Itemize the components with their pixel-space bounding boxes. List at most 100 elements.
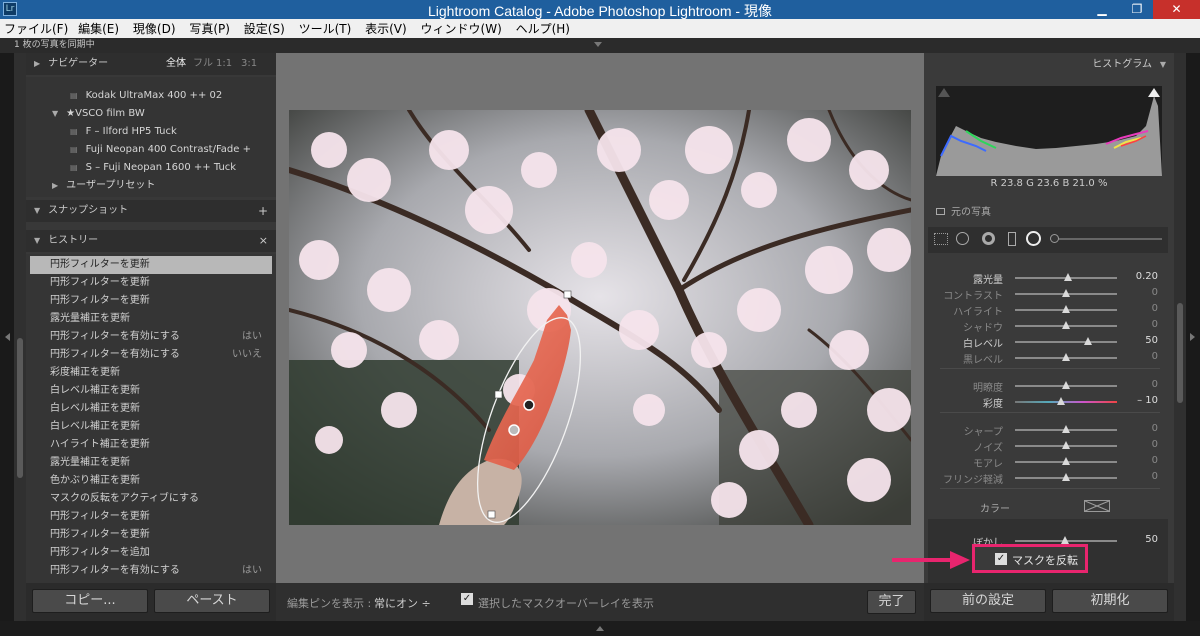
slider-knob[interactable] [1062,321,1070,329]
slider-knob[interactable] [1062,305,1070,313]
red-eye-icon[interactable] [982,232,995,245]
pins-mode-select[interactable]: 常にオン ÷ [374,595,431,611]
slider-clarity[interactable]: 明瞭度 0 [928,377,1168,394]
slider-knob[interactable] [1062,441,1070,449]
preset-item[interactable]: ▤ F – Ilford HP5 Tuck [26,123,276,141]
slider-value[interactable]: 50 [1145,534,1158,545]
menu-develop[interactable]: 現像(D) [129,19,176,37]
history-item[interactable]: 円形フィルターを更新 [30,526,272,544]
slider-defringe[interactable]: フリンジ軽減 0 [928,469,1168,486]
left-panel-toggle-icon[interactable] [5,333,10,341]
graduated-filter-icon[interactable] [1008,232,1016,246]
original-photo-row[interactable]: 元の写真 [936,203,1136,218]
clear-history-icon[interactable]: × [259,230,268,252]
slider-moire[interactable]: モアレ 0 [928,453,1168,470]
slider-noise[interactable]: ノイズ 0 [928,437,1168,454]
left-scrollbar-track[interactable] [14,53,26,621]
right-scrollbar-thumb[interactable] [1177,303,1183,403]
minimize-button[interactable]: ▁ [1088,0,1116,19]
preset-item[interactable]: ▤ Fuji Neopan 400 Contrast/Fade + [26,141,276,159]
highlight-clipping-icon[interactable] [1148,88,1160,97]
slider-value[interactable]: 0 [1152,423,1158,434]
preset-folder[interactable]: ▶ ユーザープリセット [26,177,276,195]
menu-edit[interactable]: 編集(E) [74,19,119,37]
done-button[interactable]: 完了 [867,590,916,614]
histogram-header[interactable]: ヒストグラム ▼ [924,53,1174,77]
slider-knob[interactable] [1064,273,1073,281]
add-snapshot-icon[interactable]: + [258,200,268,222]
adjustment-brush-icon[interactable] [1050,234,1059,243]
menu-photo[interactable]: 写真(P) [185,19,230,37]
right-panel-toggle-icon[interactable] [1190,333,1195,341]
spot-removal-icon[interactable] [956,232,969,245]
left-scrollbar-thumb[interactable] [17,338,23,478]
expand-triangle-icon[interactable]: ▶ [34,59,40,68]
history-item[interactable]: 露光量補正を更新 [30,310,272,328]
menu-settings[interactable]: 設定(S) [240,19,285,37]
history-item[interactable]: 露光量補正を更新 [30,454,272,472]
slider-highlights[interactable]: ハイライト 0 [928,301,1168,318]
zoom-3-1[interactable]: 3:1 [241,53,257,75]
slider-value[interactable]: 0 [1152,351,1158,362]
slider-value[interactable]: 0 [1152,455,1158,466]
copy-button[interactable]: コピー... [32,589,148,613]
history-item[interactable]: 白レベル補正を更新 [30,400,272,418]
history-item[interactable]: 円形フィルターを有効にする はい [30,328,272,346]
slider-knob[interactable] [1062,289,1070,297]
slider-knob[interactable] [1056,397,1065,405]
history-item[interactable]: 白レベル補正を更新 [30,382,272,400]
history-item[interactable]: 円形フィルターを更新 [30,292,272,310]
slider-whites[interactable]: 白レベル 50 [928,333,1168,350]
slider-knob[interactable] [1062,425,1070,433]
history-item[interactable]: 色かぶり補正を更新 [30,472,272,490]
paste-button[interactable]: ペースト [154,589,270,613]
slider-value[interactable]: 0 [1152,287,1158,298]
overlay-checkbox[interactable]: ✓ [461,593,473,605]
history-item[interactable]: 円形フィルターを更新 [30,256,272,274]
slider-contrast[interactable]: コントラスト 0 [928,285,1168,302]
slider-sharpness[interactable]: シャープ 0 [928,421,1168,438]
slider-track[interactable] [1015,341,1117,343]
history-header[interactable]: ▼ ヒストリー × [26,230,276,252]
slider-knob[interactable] [1061,536,1069,544]
preset-folder[interactable]: ▼ ★VSCO film BW [26,105,276,123]
history-item[interactable]: 円形フィルターを有効にする はい [30,562,272,580]
menu-window[interactable]: ウィンドウ(W) [417,19,502,37]
previous-settings-button[interactable]: 前の設定 [930,589,1046,613]
collapse-triangle-icon[interactable]: ▼ [1160,53,1166,77]
slider-value[interactable]: 0 [1152,303,1158,314]
history-item[interactable]: 白レベル補正を更新 [30,418,272,436]
menu-view[interactable]: 表示(V) [361,19,407,37]
snapshot-header[interactable]: ▼ スナップショット + [26,200,276,222]
slider-exposure[interactable]: 露光量 0.20 [928,269,1168,286]
slider-value[interactable]: 50 [1145,335,1158,346]
slider-knob[interactable] [1062,381,1070,389]
slider-value[interactable]: 0 [1152,319,1158,330]
collapse-triangle-icon[interactable]: ▼ [52,109,58,118]
shadow-clipping-icon[interactable] [938,88,950,97]
slider-knob[interactable] [1062,457,1070,465]
preset-item[interactable]: ▤ S – Fuji Neopan 1600 ++ Tuck [26,159,276,177]
slider-track[interactable] [1015,401,1117,403]
slider-value[interactable]: 0.20 [1136,271,1158,282]
zoom-fit[interactable]: 全体 [166,53,186,75]
slider-value[interactable]: – 10 [1137,395,1158,406]
collapse-triangle-icon[interactable]: ▼ [34,236,40,245]
menu-help[interactable]: ヘルプ(H) [512,19,570,37]
slider-shadows[interactable]: シャドウ 0 [928,317,1168,334]
adjustment-brush-track[interactable] [1050,238,1162,240]
collapse-triangle-icon[interactable]: ▼ [34,206,40,215]
slider-knob[interactable] [1084,337,1093,345]
filmstrip-toggle-icon[interactable] [596,626,604,631]
maximize-button[interactable]: ❐ [1123,0,1151,19]
photo-preview[interactable] [289,110,911,525]
history-item[interactable]: ハイライト補正を更新 [30,436,272,454]
slider-knob[interactable] [1062,353,1070,361]
preset-item[interactable]: ▤ Kodak UltraMax 400 ++ 02 [26,87,276,105]
invert-mask-checkbox[interactable]: ✓ [995,553,1007,565]
top-panel-toggle-icon[interactable] [594,42,602,47]
history-item[interactable]: 彩度補正を更新 [30,364,272,382]
histogram-graph[interactable] [936,86,1162,176]
slider-saturation[interactable]: 彩度 – 10 [928,393,1168,410]
history-item[interactable]: 円形フィルターを更新 [30,508,272,526]
